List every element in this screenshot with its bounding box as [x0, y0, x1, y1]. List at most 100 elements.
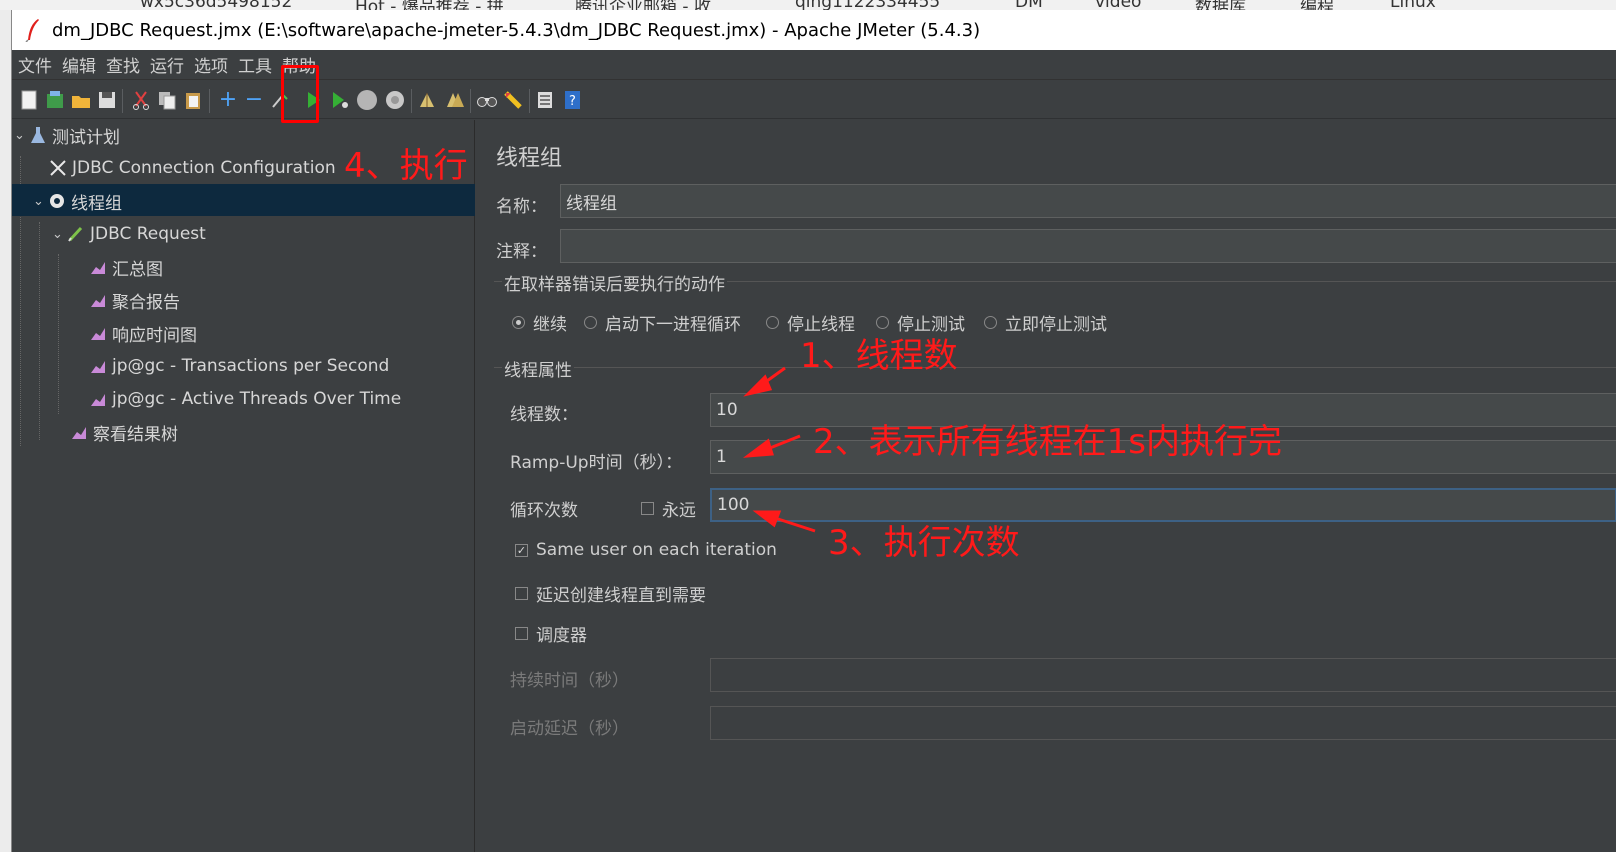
tree-label: 响应时间图 — [112, 325, 197, 346]
tree-node-jdbc-request[interactable]: ⌄ JDBC Request — [52, 218, 206, 250]
bookmark[interactable]: Linux — [1390, 0, 1436, 10]
same-user-checkbox[interactable]: ✓ Same user on each iteration — [515, 540, 777, 560]
tree-node-test-plan[interactable]: ⌄ 测试计划 — [14, 119, 120, 151]
menu-run[interactable]: 运行 — [150, 52, 184, 77]
checkmark-icon[interactable]: ✓ — [515, 543, 528, 557]
menu-tools[interactable]: 工具 — [238, 52, 272, 77]
tree-node-response-time-graph[interactable]: 响应时间图 — [88, 317, 197, 349]
delay-thread-creation-checkbox[interactable]: 延迟创建线程直到需要 — [515, 581, 706, 606]
radio-dot[interactable] — [984, 316, 997, 329]
radio-continue[interactable]: 继续 — [512, 310, 567, 335]
radio-dot[interactable] — [766, 316, 779, 329]
graph-listener-icon — [88, 356, 108, 376]
collapse-icon[interactable]: − — [243, 89, 265, 111]
menu-options[interactable]: 选项 — [194, 52, 228, 77]
tree-node-aggregate-report[interactable]: 聚合报告 — [88, 284, 180, 316]
bookmark[interactable]: 数据库 — [1195, 0, 1246, 10]
tree-label: 测试计划 — [52, 127, 120, 148]
bookmark[interactable]: video — [1095, 0, 1141, 10]
startup-delay-input — [710, 706, 1616, 740]
duration-input — [710, 658, 1616, 692]
checkbox-label: 调度器 — [536, 626, 587, 646]
tree-node-active-threads[interactable]: jp@gc - Active Threads Over Time — [88, 383, 401, 415]
menu-edit[interactable]: 编辑 — [62, 52, 96, 77]
radio-label: 启动下一进程循环 — [605, 315, 741, 335]
threads-label: 线程数： — [510, 405, 578, 425]
tree-label: jp@gc - Transactions per Second — [112, 356, 390, 376]
help-icon[interactable]: ? — [562, 89, 584, 111]
bookmark[interactable]: DM — [1015, 0, 1043, 10]
start-no-pause-icon[interactable] — [329, 89, 351, 111]
page-title: 线程组 — [496, 146, 563, 171]
stop-icon[interactable] — [356, 89, 378, 111]
shutdown-icon[interactable] — [384, 89, 406, 111]
annotation-loop: 3、执行次数 — [828, 523, 1020, 563]
paste-icon[interactable] — [182, 89, 204, 111]
bookmark[interactable]: wx5c36d5498152 — [140, 0, 292, 10]
tree-label: jp@gc - Active Threads Over Time — [112, 389, 402, 409]
svg-text:?: ? — [569, 94, 576, 109]
reset-search-icon[interactable] — [502, 89, 524, 111]
expand-icon[interactable]: + — [217, 89, 239, 111]
name-label: 名称： — [496, 197, 547, 217]
annotation-threads: 1、线程数 — [800, 336, 958, 376]
background-bookmark-bar: wx5c36d5498152 Hot - 爆品推荐 - 拼 腾讯企业邮箱 - 收… — [0, 0, 1616, 10]
graph-listener-icon — [88, 257, 108, 277]
graph-listener-icon — [88, 290, 108, 310]
tree-node-tps[interactable]: jp@gc - Transactions per Second — [88, 350, 389, 382]
chevron-down-icon[interactable]: ⌄ — [52, 227, 66, 242]
new-icon[interactable] — [18, 89, 40, 111]
open-icon[interactable] — [70, 89, 92, 111]
bookmark[interactable]: Hot - 爆品推荐 - 拼 — [355, 0, 504, 10]
bookmark[interactable]: qing1122334455 — [795, 0, 940, 10]
loop-count-label: 循环次数 — [510, 501, 578, 521]
menu-bar: 文件 编辑 查找 运行 选项 工具 帮助 — [12, 50, 1616, 80]
comment-label: 注释： — [496, 242, 547, 262]
split-pane-divider[interactable]: ⋮ — [476, 120, 492, 852]
graph-listener-icon — [88, 323, 108, 343]
clear-all-icon[interactable] — [444, 89, 466, 111]
tree-node-thread-group[interactable]: ⌄ 线程组 — [33, 185, 122, 217]
duration-label: 持续时间（秒） — [510, 671, 629, 691]
radio-dot[interactable] — [512, 316, 525, 329]
chevron-down-icon[interactable]: ⌄ — [33, 194, 47, 209]
bookmark[interactable]: 编程 — [1300, 0, 1334, 10]
graph-listener-icon — [69, 422, 89, 442]
checkbox-box[interactable] — [641, 502, 654, 515]
templates-icon[interactable] — [44, 89, 66, 111]
save-icon[interactable] — [96, 89, 118, 111]
tree-node-results-tree[interactable]: 察看结果树 — [69, 416, 178, 448]
search-icon[interactable] — [476, 89, 498, 111]
tree-node-jdbc-config[interactable]: JDBC Connection Configuration — [48, 152, 336, 184]
tree-label: 线程组 — [71, 193, 122, 214]
thread-props-title: 线程属性 — [502, 356, 574, 381]
thread-group-panel: 线程组 名称： 线程组 注释： 在取样器错误后要执行的动作 继续 启动下一进程循… — [484, 120, 1616, 852]
run-button-highlight — [281, 65, 319, 123]
copy-icon[interactable] — [156, 89, 178, 111]
scheduler-checkbox[interactable]: 调度器 — [515, 621, 587, 646]
window-title: dm_JDBC Request.jmx (E:\software\apache-… — [52, 19, 981, 41]
tree-node-summary-graph[interactable]: 汇总图 — [88, 251, 163, 283]
bookmark[interactable]: 腾讯企业邮箱 - 收 — [575, 0, 711, 10]
checkbox-box[interactable] — [515, 627, 528, 640]
radio-label: 继续 — [533, 315, 567, 335]
clear-icon[interactable] — [416, 89, 438, 111]
tree-label: 聚合报告 — [112, 292, 180, 313]
flask-icon — [28, 125, 48, 145]
comment-input[interactable] — [560, 229, 1616, 263]
chevron-down-icon[interactable]: ⌄ — [14, 128, 28, 143]
radio-dot[interactable] — [584, 316, 597, 329]
name-input[interactable]: 线程组 — [560, 184, 1616, 218]
checkbox-box[interactable] — [515, 587, 528, 600]
menu-file[interactable]: 文件 — [18, 52, 52, 77]
checkbox-label: Same user on each iteration — [536, 540, 777, 560]
radio-start-next-loop[interactable]: 启动下一进程循环 — [584, 310, 741, 335]
annotation-rampup: 2、表示所有线程在1s内执行完 — [813, 422, 1282, 462]
jmeter-feather-icon — [25, 19, 39, 42]
startup-delay-label: 启动延迟（秒） — [510, 719, 629, 739]
function-helper-icon[interactable] — [534, 89, 556, 111]
cut-icon[interactable] — [130, 89, 152, 111]
forever-checkbox[interactable]: 永远 — [641, 496, 696, 521]
menu-search[interactable]: 查找 — [106, 52, 140, 77]
radio-stop-test-now[interactable]: 立即停止测试 — [984, 310, 1107, 335]
